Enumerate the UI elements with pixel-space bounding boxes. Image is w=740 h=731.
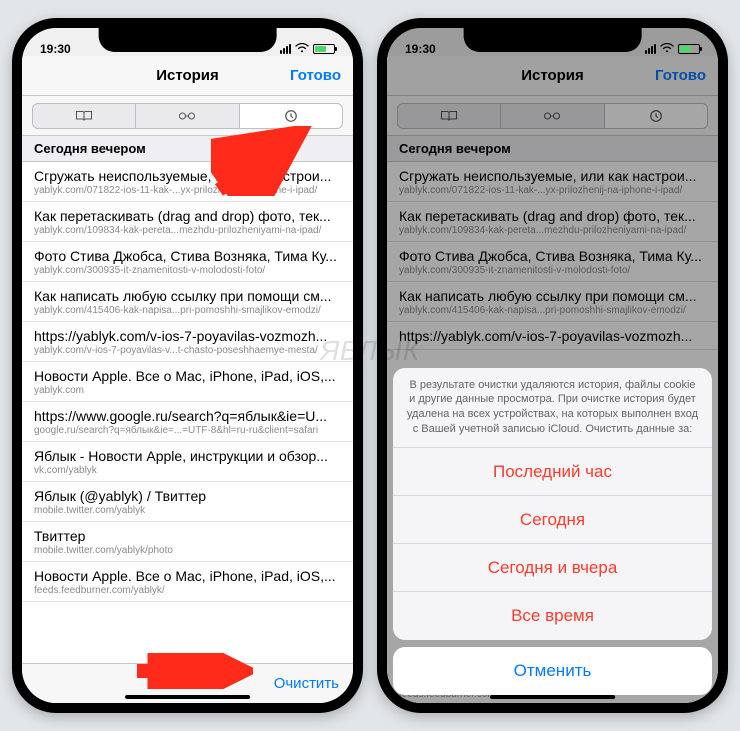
- segmented-control[interactable]: [32, 103, 343, 129]
- wifi-icon: [660, 42, 674, 56]
- history-row-title: https://yablyk.com/v-ios-7-poyavilas-voz…: [34, 328, 341, 344]
- book-icon: [75, 109, 93, 123]
- history-row[interactable]: https://yablyk.com/v-ios-7-poyavilas-voz…: [22, 322, 353, 362]
- cellular-icon: [280, 44, 291, 54]
- history-row-url: yablyk.com/300935-it-znamenitosti-v-molo…: [34, 265, 341, 276]
- history-row[interactable]: Новости Apple. Все о Mac, iPhone, iPad, …: [22, 562, 353, 602]
- bookmarks-tab[interactable]: [33, 104, 136, 128]
- navbar: История Готово: [22, 56, 353, 96]
- status-time: 19:30: [405, 42, 436, 56]
- status-right: [645, 42, 700, 56]
- history-row-url: yablyk.com/109834-kak-pereta...mezhdu-pr…: [34, 225, 341, 236]
- history-row-title: Как написать любую ссылку при помощи см.…: [34, 288, 341, 304]
- clear-button[interactable]: Очистить: [274, 675, 339, 692]
- notch: [98, 28, 277, 52]
- history-row[interactable]: Как перетаскивать (drag and drop) фото, …: [22, 202, 353, 242]
- action-sheet: В результате очистки удаляются история, …: [393, 368, 712, 695]
- history-row-title: Фото Стива Джобса, Стива Возняка, Тима К…: [34, 248, 341, 264]
- history-row[interactable]: Твиттерmobile.twitter.com/yablyk/photo: [22, 522, 353, 562]
- screen-right: 19:30 История Готово: [387, 28, 718, 703]
- action-sheet-group: В результате очистки удаляются история, …: [393, 368, 712, 640]
- status-time: 19:30: [40, 42, 71, 56]
- battery-icon: [678, 44, 700, 54]
- history-row-title: Твиттер: [34, 528, 341, 544]
- watermark: ЯБЛЫК: [320, 335, 419, 367]
- history-row[interactable]: Яблык (@yablyk) / Твиттерmobile.twitter.…: [22, 482, 353, 522]
- section-header-label: Сегодня вечером: [34, 141, 146, 156]
- history-row-url: mobile.twitter.com/yablyk: [34, 505, 341, 516]
- history-row-url: yablyk.com: [34, 385, 341, 396]
- history-row[interactable]: Фото Стива Джобса, Стива Возняка, Тима К…: [22, 242, 353, 282]
- history-row-title: Новости Apple. Все о Mac, iPhone, iPad, …: [34, 568, 341, 584]
- clock-icon: [282, 109, 300, 123]
- history-row-url: vk.com/yablyk: [34, 465, 341, 476]
- clear-today-yesterday[interactable]: Сегодня и вчера: [393, 544, 712, 592]
- history-row-title: https://www.google.ru/search?q=яблык&ie=…: [34, 408, 341, 424]
- home-indicator: [125, 695, 251, 699]
- done-button[interactable]: Готово: [290, 67, 341, 84]
- action-sheet-cancel[interactable]: Отменить: [393, 647, 712, 695]
- history-row[interactable]: Яблык - Новости Apple, инструкции и обзо…: [22, 442, 353, 482]
- history-row[interactable]: https://www.google.ru/search?q=яблык&ie=…: [22, 402, 353, 442]
- annotation-arrow-bottom: [133, 653, 253, 689]
- phone-right: 19:30 История Готово: [377, 18, 728, 713]
- history-row-url: yablyk.com/415406-kak-napisa...pri-pomos…: [34, 305, 341, 316]
- clear-all-time[interactable]: Все время: [393, 592, 712, 640]
- history-row-title: Яблык - Новости Apple, инструкции и обзо…: [34, 448, 341, 464]
- action-sheet-message: В результате очистки удаляются история, …: [393, 368, 712, 448]
- status-right: [280, 42, 335, 56]
- clear-today[interactable]: Сегодня: [393, 496, 712, 544]
- cellular-icon: [645, 44, 656, 54]
- history-row-url: yablyk.com/v-ios-7-poyavilas-v...t-chast…: [34, 345, 341, 356]
- annotation-arrow-top: [211, 126, 321, 196]
- history-row-url: feeds.feedburner.com/yablyk/: [34, 585, 341, 596]
- page-title: История: [156, 67, 219, 84]
- history-row-title: Как перетаскивать (drag and drop) фото, …: [34, 208, 341, 224]
- history-row-url: google.ru/search?q=яблык&ie=...=UTF-8&hl…: [34, 425, 341, 436]
- history-row-title: Яблык (@yablyk) / Твиттер: [34, 488, 341, 504]
- clear-last-hour[interactable]: Последний час: [393, 448, 712, 496]
- history-list[interactable]: Сгружать неиспользуемые, или как настрои…: [22, 162, 353, 663]
- home-indicator: [490, 695, 616, 699]
- history-row-url: mobile.twitter.com/yablyk/photo: [34, 545, 341, 556]
- notch: [463, 28, 642, 52]
- history-row-title: Новости Apple. Все о Mac, iPhone, iPad, …: [34, 368, 341, 384]
- history-row[interactable]: Новости Apple. Все о Mac, iPhone, iPad, …: [22, 362, 353, 402]
- history-row[interactable]: Как написать любую ссылку при помощи см.…: [22, 282, 353, 322]
- reading-list-tab[interactable]: [136, 104, 239, 128]
- history-tab[interactable]: [240, 104, 342, 128]
- phone-left: 19:30 История Готово: [12, 18, 363, 713]
- battery-icon: [313, 44, 335, 54]
- wifi-icon: [295, 42, 309, 56]
- glasses-icon: [178, 109, 196, 123]
